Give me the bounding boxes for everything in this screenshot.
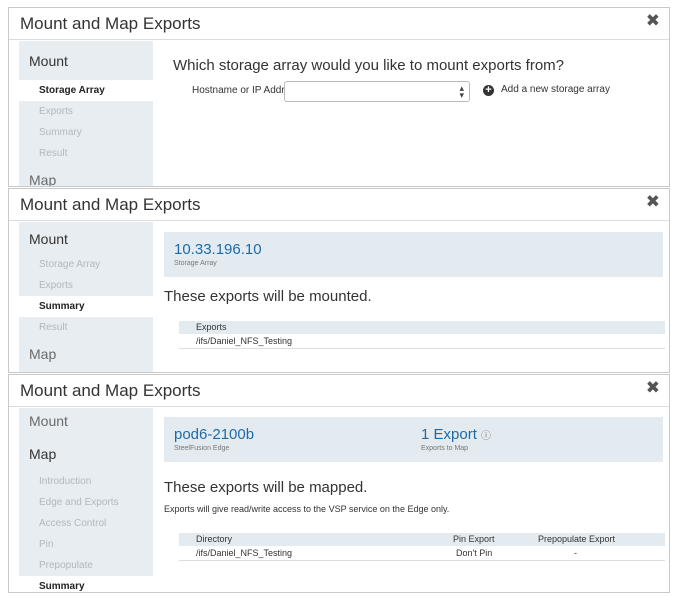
close-icon[interactable]: ✖ [646,378,660,398]
nav-section-map[interactable]: Map [29,346,56,362]
table-header: Directory Pin Export Prepopulate Export [179,533,665,546]
wizard-content: Which storage array would you like to mo… [164,41,663,186]
step-summary[interactable]: Summary [19,122,153,143]
nav-section-map[interactable]: Map [29,446,56,462]
add-storage-array-label: Add a new storage array [501,84,610,95]
dialog-title: Mount and Map Exports [20,14,201,33]
select-arrows-icon: ▴ ▾ [459,83,464,100]
step-exports[interactable]: Exports [19,275,153,296]
close-icon[interactable]: ✖ [646,11,660,31]
storage-array-caption: Storage Array [174,260,217,267]
edge-name[interactable]: pod6-2100b [174,426,254,443]
edge-summary: pod6-2100b SteelFusion Edge 1 Export ⓘ E… [164,417,663,462]
mount-map-dialog-storage-array: Mount and Map Exports ✖ Mount Storage Ar… [8,7,670,187]
storage-array-summary: 10.33.196.10 Storage Array [164,232,663,277]
table-header: Exports [179,321,665,334]
column-header-exports: Exports [196,322,227,332]
step-summary[interactable]: Summary [19,296,153,317]
mapping-table: Directory Pin Export Prepopulate Export … [179,533,665,561]
info-icon[interactable]: ⓘ [481,431,491,442]
column-header-prepopulate-export: Prepopulate Export [538,534,616,544]
nav-section-mount[interactable]: Mount [29,53,68,69]
close-icon[interactable]: ✖ [646,192,660,212]
nav-section-mount[interactable]: Mount [29,231,68,247]
dialog-title-bar: Mount and Map Exports ✖ [9,375,669,407]
mount-map-dialog-map-summary: Mount and Map Exports ✖ Mount Map Introd… [8,374,670,593]
step-introduction[interactable]: Introduction [19,471,153,492]
dialog-title: Mount and Map Exports [20,195,201,214]
plus-circle-icon: + [483,85,494,96]
column-header-pin-export: Pin Export [453,534,495,544]
table-row: /ifs/Daniel_NFS_Testing Don't Pin - [179,546,665,561]
table-row: /ifs/Daniel_NFS_Testing [179,334,665,349]
export-count-label: 1 Export [421,426,477,443]
dialog-title: Mount and Map Exports [20,381,201,400]
wizard-content: pod6-2100b SteelFusion Edge 1 Export ⓘ E… [164,408,665,592]
step-prepopulate[interactable]: Prepopulate [19,555,153,576]
step-result[interactable]: Result [19,143,153,164]
step-storage-array[interactable]: Storage Array [19,254,153,275]
wizard-sidebar: Mount Map Introduction Edge and Exports … [19,408,153,592]
storage-array-question: Which storage array would you like to mo… [173,57,565,74]
add-storage-array-button[interactable]: + Add a new storage array [483,84,610,96]
edge-caption: SteelFusion Edge [174,445,230,452]
access-note: Exports will give read/write access to t… [164,504,450,514]
storage-array-ip[interactable]: 10.33.196.10 [174,241,262,258]
step-exports[interactable]: Exports [19,101,153,122]
mapped-heading: These exports will be mapped. [164,479,368,496]
dialog-title-bar: Mount and Map Exports ✖ [9,189,669,221]
mount-map-dialog-summary: Mount and Map Exports ✖ Mount Storage Ar… [8,188,670,373]
step-result[interactable]: Result [19,317,153,338]
wizard-sidebar: Mount Storage Array Exports Summary Resu… [19,222,153,372]
dialog-title-bar: Mount and Map Exports ✖ [9,8,669,40]
mounted-heading: These exports will be mounted. [164,288,372,305]
directory-cell: /ifs/Daniel_NFS_Testing [196,548,293,558]
nav-section-mount[interactable]: Mount [29,413,68,429]
export-count-caption: Exports to Map [421,445,469,452]
hostname-select[interactable]: ▴ ▾ [284,81,470,102]
step-edge-and-exports[interactable]: Edge and Exports [19,492,153,513]
step-access-control[interactable]: Access Control [19,513,153,534]
pin-export-cell: Don't Pin [456,548,493,558]
step-storage-array[interactable]: Storage Array [19,80,153,101]
wizard-content: 10.33.196.10 Storage Array These exports… [164,222,665,372]
export-path: /ifs/Daniel_NFS_Testing [196,336,293,346]
nav-section-map[interactable]: Map [29,172,56,186]
step-summary[interactable]: Summary [19,576,153,592]
column-header-directory: Directory [196,534,233,544]
wizard-sidebar: Mount Storage Array Exports Summary Resu… [19,41,153,186]
step-pin[interactable]: Pin [19,534,153,555]
exports-table: Exports /ifs/Daniel_NFS_Testing [179,321,665,349]
export-count[interactable]: 1 Export ⓘ [421,426,491,443]
prepopulate-export-cell: - [574,548,577,558]
